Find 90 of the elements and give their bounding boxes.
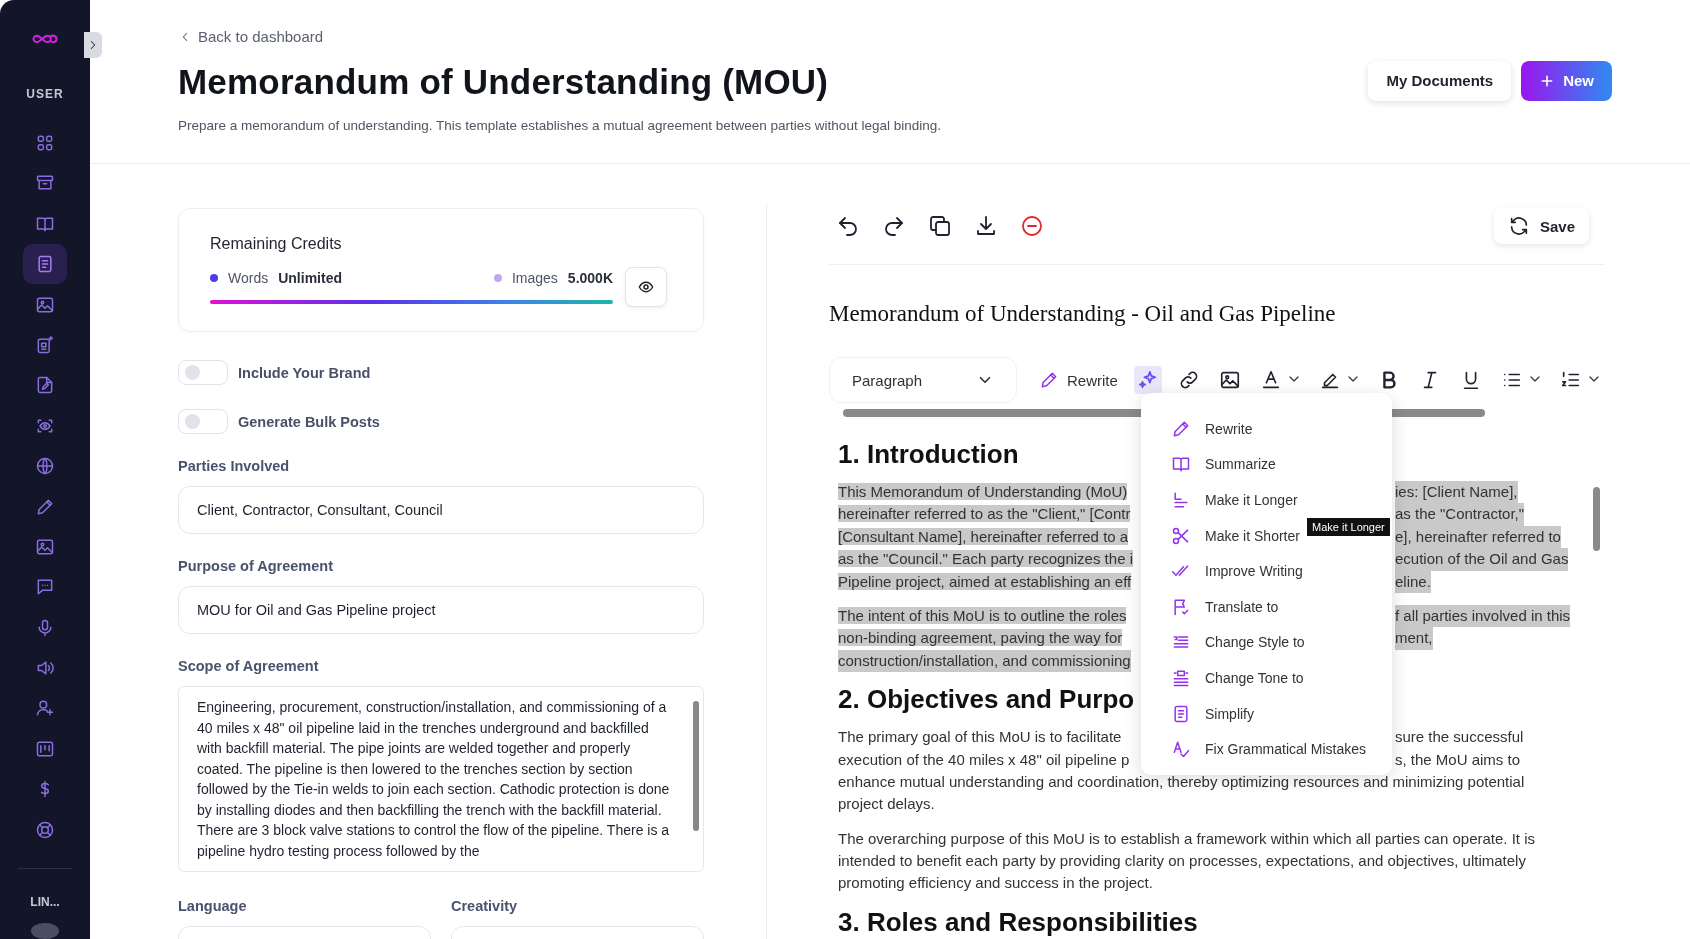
rewrite-button[interactable]: Rewrite bbox=[1039, 370, 1118, 390]
back-link[interactable]: Back to dashboard bbox=[178, 28, 324, 45]
section-label: LIN... bbox=[30, 894, 60, 909]
menu-item[interactable]: Simplify bbox=[1141, 695, 1260, 732]
section-heading: 2. Objectives and Purpo bbox=[838, 684, 1135, 715]
block-style-dropdown[interactable]: Paragraph bbox=[829, 357, 1017, 403]
menu-item[interactable]: Fix Grammatical Mistakes bbox=[1141, 731, 1373, 767]
toggle-label: Generate Bulk Posts bbox=[238, 413, 380, 430]
paragraph-text: project delays. bbox=[838, 794, 935, 815]
credit-value: Unlimited bbox=[278, 270, 342, 286]
document-icon bbox=[1171, 703, 1191, 724]
page-title: Memorandum of Understanding (MOU) bbox=[178, 61, 830, 102]
scrollbar[interactable] bbox=[693, 701, 699, 831]
toggle-switch[interactable] bbox=[178, 360, 228, 385]
microphone-icon bbox=[35, 617, 55, 638]
avatar bbox=[31, 922, 59, 939]
paragraph-text: execution of the 40 miles x 48" oil pipeline p bbox=[838, 750, 1130, 768]
paragraph-text: f all parties involved in this bbox=[1395, 604, 1571, 628]
grid-icon bbox=[35, 133, 55, 153]
tooltip: Make it Longer bbox=[1307, 518, 1390, 536]
documents-button[interactable]: My Documents bbox=[1368, 60, 1512, 101]
paragraph-text: The intent of this MoU is to outline the roles bbox=[838, 606, 1127, 624]
menu-item[interactable]: Improve Writing bbox=[1141, 553, 1309, 589]
minus-circle-icon bbox=[1020, 214, 1044, 238]
menu-item[interactable]: Change Tone to bbox=[1141, 660, 1310, 696]
document-icon bbox=[35, 254, 55, 275]
paragraph-text: This Memorandum of Understanding (MoU) bbox=[838, 483, 1128, 500]
image-icon bbox=[1218, 369, 1241, 391]
download-icon bbox=[974, 214, 998, 238]
paragraph-text: e], hereinafter referred to bbox=[1395, 525, 1561, 549]
lifebuoy-icon bbox=[35, 819, 55, 840]
undo-icon bbox=[836, 214, 860, 238]
menu-item[interactable]: Rewrite bbox=[1141, 411, 1259, 447]
section-heading: 1. Introduction bbox=[838, 439, 1019, 469]
text-area[interactable]: Engineering, procurement, construction/installation, and commissioning of a 40 miles x 48" oil pipeline laid in the trenches underground and backfilled with backfill material. The pipe joints are welded together and properly coated. The pipeline is then lowered to the trenches section by section followed by the Tie-in welds to join each section. Cathodic protection is done by installing diodes and then backfilling the trench with the backfill material. There are 3 block valve stations to control the flow of the pipeline. There is a pipeline hydro testing process followed by the bbox=[178, 686, 704, 872]
page-description: Prepare a memorandum of understanding. This template establishes a mutual agreement between parties without legal binding. bbox=[178, 117, 941, 133]
scissors-icon bbox=[1171, 525, 1191, 546]
new-button[interactable]: New bbox=[1521, 60, 1612, 101]
credit-label: Words bbox=[228, 270, 269, 286]
copy-icon bbox=[928, 214, 952, 238]
paragraph-text: hereinafter referred to as the "Client," [Contr bbox=[838, 505, 1131, 523]
paragraph-text: ment, bbox=[1395, 627, 1433, 650]
field-label: Purpose of Agreement bbox=[178, 558, 334, 574]
credit-label: Images bbox=[511, 270, 558, 286]
paragraph-text: construction/installation, and commissioning bbox=[838, 649, 1131, 673]
menu-item[interactable]: Summarize bbox=[1141, 446, 1282, 483]
redo-icon bbox=[882, 214, 906, 238]
document-spark-icon bbox=[35, 334, 55, 355]
field-label: Creativity bbox=[451, 898, 519, 914]
pen-icon bbox=[1039, 370, 1059, 390]
paragraph-text: eline. bbox=[1395, 570, 1431, 593]
paragraph-text: The overarching purpose of this MoU is to establish a framework within which all parties can operate. It is bbox=[838, 828, 1535, 849]
paragraph-text: enhance mutual understanding and coordination, thereby optimizing resources and minimizing potential bbox=[838, 771, 1525, 792]
section-label: USER bbox=[26, 86, 64, 101]
credit-value: 5.000K bbox=[567, 270, 613, 286]
paragraph-text: intended to benefit each party by providing clarity on processes, expectations, and objectives, ultimately bbox=[838, 851, 1526, 872]
eye-icon bbox=[638, 279, 654, 295]
file-pen-icon bbox=[35, 375, 55, 396]
field-label: Parties Involved bbox=[178, 458, 291, 474]
menu-item[interactable]: Change Style to bbox=[1141, 624, 1311, 661]
sparkle-icon bbox=[1136, 369, 1159, 391]
input-field[interactable]: Client, Contractor, Consultant, Council bbox=[178, 486, 704, 534]
section-heading: 3. Roles and Responsibilities bbox=[838, 906, 1198, 937]
menu-item[interactable]: Translate to bbox=[1141, 588, 1285, 625]
input-field[interactable]: MOU for Oil and Gas Pipeline project bbox=[178, 586, 704, 634]
paragraph-text: ies: [Client Name], bbox=[1395, 481, 1518, 504]
paragraph-text: s, the MoU aims to bbox=[1395, 749, 1521, 770]
paragraph-text: as the "Council." Each party recognizes the i bbox=[838, 550, 1133, 568]
menu-item[interactable]: Make it Longer bbox=[1141, 482, 1304, 518]
globe-icon bbox=[35, 456, 55, 477]
collapse-button[interactable] bbox=[84, 32, 102, 58]
menu-item[interactable]: Make it Shorter bbox=[1141, 517, 1306, 554]
toggle-label: Include Your Brand bbox=[238, 364, 371, 381]
grammar-icon bbox=[1171, 739, 1191, 760]
paragraph-text: promoting efficiency and success in the project. bbox=[838, 873, 1153, 894]
paragraph-text: Pipeline project, aimed at establishing an eff bbox=[838, 572, 1132, 590]
paragraph-text: as the "Contractor," bbox=[1395, 503, 1525, 526]
field-label: Scope of Agreement bbox=[178, 658, 320, 674]
sidebar-item[interactable] bbox=[23, 244, 67, 285]
field-label: Language bbox=[178, 898, 248, 914]
paragraph-text: The primary goal of this MoU is to facilitate bbox=[838, 728, 1122, 746]
paragraph-text: sure the successful bbox=[1395, 727, 1524, 748]
toggle-switch[interactable] bbox=[178, 409, 228, 434]
paragraph-text: ecution of the Oil and Gas bbox=[1395, 548, 1569, 571]
save-button[interactable]: Save bbox=[1493, 208, 1589, 244]
visibility-button[interactable] bbox=[625, 267, 667, 307]
paragraph-text: non-binding agreement, paving the way for bbox=[838, 629, 1123, 647]
card-title: Remaining Credits bbox=[210, 235, 343, 253]
document-title: Memorandum of Understanding - Oil and Gas Pipeline bbox=[829, 301, 1337, 327]
paragraph-text: [Consultant Name], hereinafter referred to a bbox=[838, 527, 1129, 545]
